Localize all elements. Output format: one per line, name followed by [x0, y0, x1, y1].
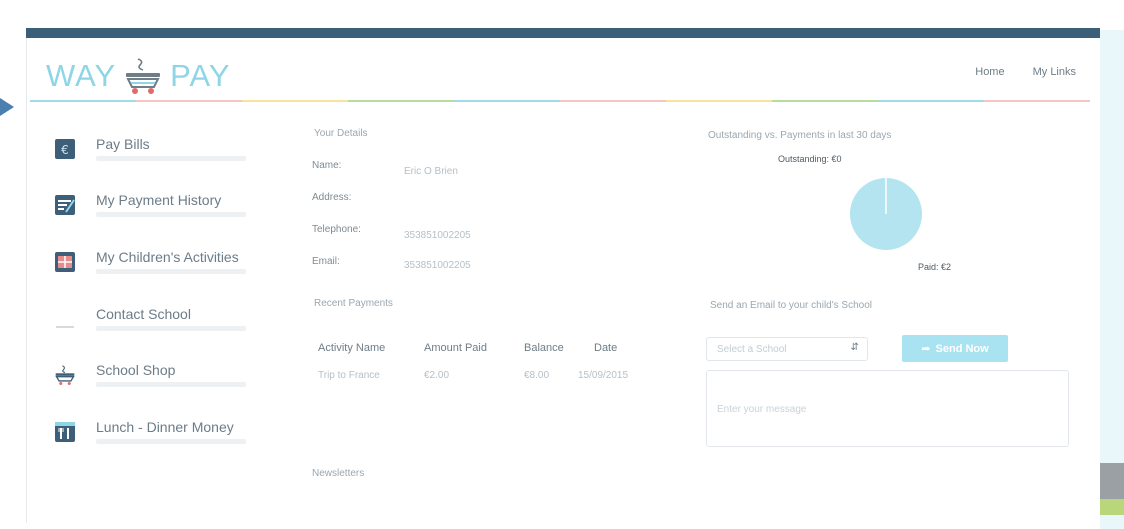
sidebar-item-children-activities[interactable]: My Children's Activities [52, 241, 282, 281]
header: WAY PAY Home My Links [26, 38, 1100, 102]
color-rule-segment [984, 100, 1090, 102]
sidebar-item-label: My Children's Activities [96, 249, 239, 265]
sidebar-item-label: Contact School [96, 306, 191, 322]
message-placeholder: Enter your message [717, 404, 807, 415]
table-cell: 15/09/2015 [578, 370, 629, 381]
sidebar-item-lunch-dinner-money[interactable]: Lunch - Dinner Money [52, 411, 282, 451]
color-rule-segment [348, 100, 454, 102]
your-details-title: Your Details [314, 128, 368, 139]
color-rule [30, 100, 1090, 102]
school-select-value: Select a School [717, 344, 787, 355]
sidebar-item-subtext [96, 156, 246, 161]
cart-icon [54, 364, 76, 386]
recent-payments-title: Recent Payments [314, 298, 393, 309]
color-rule-segment [878, 100, 984, 102]
contact-icon [54, 308, 76, 330]
table-cell: €2.00 [424, 370, 450, 381]
activities-icon [54, 251, 76, 273]
sidebar-item-subtext [96, 269, 246, 274]
message-textarea[interactable]: Enter your message [706, 370, 1069, 447]
select-arrows-icon: ⇵ [850, 342, 859, 353]
name-value: Eric O Brien [404, 166, 458, 177]
cutlery-icon [54, 421, 76, 443]
telephone-label: Telephone: [312, 224, 361, 235]
color-rule-segment [666, 100, 772, 102]
nav-home-link[interactable]: Home [975, 66, 1004, 78]
sidebar-item-payment-history[interactable]: My Payment History [52, 184, 282, 224]
address-label: Address: [312, 192, 352, 203]
color-rule-segment [242, 100, 348, 102]
table-header-activity: Activity Name [318, 342, 386, 354]
history-icon [54, 194, 76, 216]
sidebar-item-contact-school[interactable]: Contact School [52, 298, 282, 338]
table-header-balance: Balance [524, 342, 564, 354]
scrollbar-accent [1100, 499, 1124, 515]
sidebar-item-subtext [96, 439, 246, 444]
send-email-title: Send an Email to your child's School [710, 300, 872, 311]
sidebar-item-pay-bills[interactable]: € Pay Bills [52, 128, 282, 168]
svg-text:€: € [61, 143, 69, 157]
euro-icon: € [54, 138, 76, 160]
logo-text-pay: PAY [170, 58, 231, 93]
top-nav: Home My Links [975, 66, 1076, 78]
sidebar-item-school-shop[interactable]: School Shop [52, 354, 282, 394]
table-header-date: Date [594, 342, 618, 354]
scrollbar-strip[interactable] [1100, 30, 1124, 529]
sidebar-item-subtext [96, 212, 246, 217]
send-now-label: Send Now [935, 342, 989, 355]
paid-label: Paid: €2 [918, 262, 952, 272]
sidebar-item-label: Lunch - Dinner Money [96, 419, 234, 435]
sidebar-item-subtext [96, 326, 246, 331]
email-value: 353851002205 [404, 260, 471, 271]
top-bar [26, 28, 1100, 38]
sidebar-item-label: Pay Bills [96, 136, 150, 152]
scrollbar-thumb[interactable] [1100, 463, 1124, 499]
color-rule-segment [560, 100, 666, 102]
outstanding-label: Outstanding: €0 [778, 154, 842, 164]
nav-my-links-link[interactable]: My Links [1033, 66, 1076, 78]
table-cell: Trip to France [318, 370, 380, 381]
logo-text-way: WAY [46, 58, 117, 93]
email-label: Email: [312, 256, 340, 267]
color-rule-segment [454, 100, 560, 102]
newsletters-title: Newsletters [312, 468, 365, 479]
pie-chart [850, 178, 922, 250]
table-cell: €8.00 [524, 370, 550, 381]
name-label: Name: [312, 160, 342, 171]
color-rule-segment [136, 100, 242, 102]
sidebar-item-subtext [96, 382, 246, 387]
sidebar-item-label: School Shop [96, 362, 176, 378]
pointer-arrow-icon [0, 98, 14, 116]
color-rule-segment [772, 100, 878, 102]
chart-title: Outstanding vs. Payments in last 30 days [708, 130, 892, 141]
table-header-amount: Amount Paid [424, 342, 487, 354]
logo-cart-icon [126, 58, 161, 94]
send-now-button[interactable]: ➦ Send Now [902, 335, 1008, 362]
color-rule-segment [30, 100, 136, 102]
logo[interactable]: WAY PAY [46, 56, 231, 96]
sidebar-item-label: My Payment History [96, 192, 222, 208]
telephone-value: 353851002205 [404, 230, 471, 241]
share-arrow-icon: ➦ [921, 343, 931, 355]
school-select[interactable]: Select a School ⇵ [706, 337, 868, 361]
